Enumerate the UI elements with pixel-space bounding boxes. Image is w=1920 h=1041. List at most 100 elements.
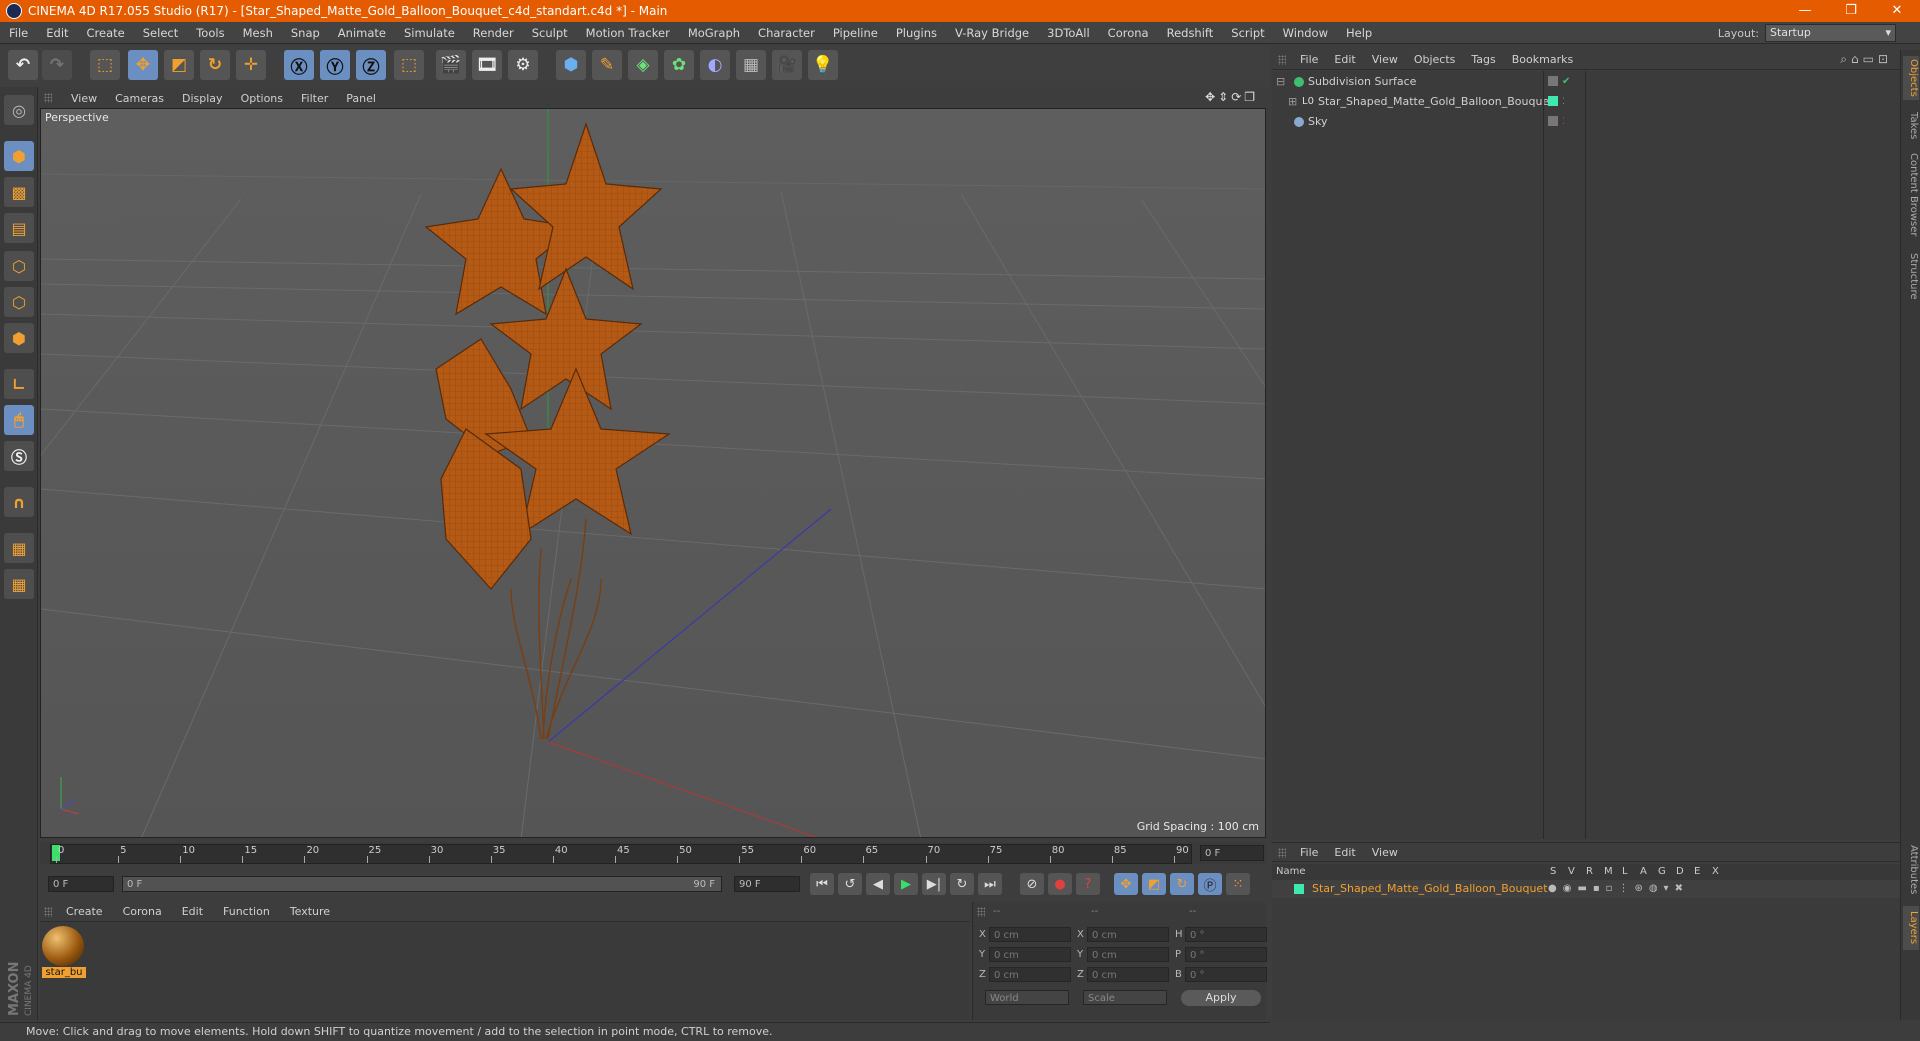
coord-size-z-field[interactable]: 0 cm — [1087, 967, 1169, 982]
layer-menu-file[interactable]: File — [1292, 846, 1326, 859]
make-editable-icon[interactable]: ◎ — [4, 95, 34, 125]
material-swatch[interactable]: star_bu — [42, 926, 86, 982]
tab-layers[interactable]: Layers — [1903, 906, 1919, 950]
deformer-icon[interactable]: ◐ — [700, 50, 730, 80]
render-settings-icon[interactable]: ⚙ — [508, 50, 538, 80]
menu-edit[interactable]: Edit — [37, 22, 77, 44]
object-menu-objects[interactable]: Objects — [1406, 53, 1464, 66]
menu-character[interactable]: Character — [749, 22, 824, 44]
tab-structure[interactable]: Structure — [1903, 246, 1919, 306]
end-frame-field[interactable]: 90 F — [734, 876, 800, 892]
key-position-icon[interactable]: ✥ — [1114, 873, 1138, 895]
menu-create[interactable]: Create — [78, 22, 134, 44]
coordinate-system-icon[interactable]: ⬚ — [394, 50, 424, 80]
visibility-dots-icon[interactable]: ⁚ — [1562, 93, 1565, 111]
points-mode-icon[interactable]: ⬡ — [4, 251, 34, 281]
go-to-start-icon[interactable]: ⏮ — [810, 873, 834, 895]
current-frame-field[interactable]: 0 F — [1200, 845, 1264, 861]
menu-simulate[interactable]: Simulate — [395, 22, 464, 44]
key-rotation-icon[interactable]: ↻ — [1170, 873, 1194, 895]
panel-grip-icon[interactable] — [1278, 55, 1286, 65]
menu-file[interactable]: File — [0, 22, 37, 44]
cube-primitive-icon[interactable]: ⬢ — [556, 50, 586, 80]
menu-help[interactable]: Help — [1337, 22, 1381, 44]
menu-plugins[interactable]: Plugins — [887, 22, 946, 44]
frame-range-slider[interactable]: 0 F 90 F — [122, 876, 722, 892]
workplane-lock-icon[interactable]: ▦ — [4, 533, 34, 563]
undo-icon[interactable]: ↶ — [8, 50, 38, 80]
layer-row[interactable]: Star_Shaped_Matte_Gold_Balloon_Bouquet ●… — [1272, 880, 1900, 898]
autokey-icon[interactable]: ● — [1048, 873, 1072, 895]
menu-motion-tracker[interactable]: Motion Tracker — [577, 22, 679, 44]
record-keys-icon[interactable]: ⊘ — [1020, 873, 1044, 895]
menu-sculpt[interactable]: Sculpt — [523, 22, 577, 44]
subdivision-surface-icon[interactable]: ◈ — [628, 50, 658, 80]
viewport-menu-display[interactable]: Display — [173, 92, 232, 105]
edges-mode-icon[interactable]: ⬡ — [4, 287, 34, 317]
coord-pos-y-field[interactable]: 0 cm — [989, 947, 1071, 962]
layer-menu-view[interactable]: View — [1364, 846, 1406, 859]
layer-toggles-icons[interactable]: ●◉▬▪▫⋮⊛◍▾✖ — [1548, 880, 1689, 898]
polygons-mode-icon[interactable]: ⬢ — [4, 323, 34, 353]
key-parameter-icon[interactable]: Ⓟ — [1198, 873, 1222, 895]
menu-script[interactable]: Script — [1222, 22, 1273, 44]
start-frame-field[interactable]: 0 F — [48, 876, 114, 892]
y-axis-lock-icon[interactable]: Ⓨ — [320, 50, 350, 80]
layer-color-icon[interactable] — [1294, 884, 1304, 894]
menu-render[interactable]: Render — [464, 22, 523, 44]
axis-mode-icon[interactable]: ∟ — [4, 369, 34, 399]
key-pla-icon[interactable]: ⁙ — [1226, 873, 1250, 895]
menu-mesh[interactable]: Mesh — [234, 22, 282, 44]
viewport-menu-panel[interactable]: Panel — [337, 92, 385, 105]
coord-space-dropdown[interactable]: World — [985, 990, 1069, 1005]
floor-icon[interactable]: ▦ — [736, 50, 766, 80]
move-tool-icon[interactable]: ✥ — [128, 50, 158, 80]
menu-select[interactable]: Select — [134, 22, 187, 44]
material-menu-edit[interactable]: Edit — [172, 905, 213, 918]
close-icon[interactable]: ✕ — [1874, 0, 1920, 22]
panel-grip-icon[interactable] — [977, 907, 985, 917]
menu-snap[interactable]: Snap — [282, 22, 329, 44]
cloner-icon[interactable]: ✿ — [664, 50, 694, 80]
x-axis-lock-icon[interactable]: Ⓧ — [284, 50, 314, 80]
live-selection-icon[interactable]: ⬚ — [90, 50, 120, 80]
spline-pen-icon[interactable]: ✎ — [592, 50, 622, 80]
menu-window[interactable]: Window — [1274, 22, 1337, 44]
viewport-nav-icons[interactable]: ✥⇕⟳❐ — [1205, 90, 1258, 104]
viewport-menu-cameras[interactable]: Cameras — [106, 92, 173, 105]
object-menu-edit[interactable]: Edit — [1326, 53, 1363, 66]
menu-corona[interactable]: Corona — [1099, 22, 1158, 44]
collapse-icon[interactable]: ⊟ — [1276, 73, 1285, 91]
tweak-mode-icon[interactable]: 🖱 — [4, 405, 34, 435]
z-axis-lock-icon[interactable]: Ⓩ — [356, 50, 386, 80]
object-menu-bookmarks[interactable]: Bookmarks — [1504, 53, 1581, 66]
menu-3dtoall[interactable]: 3DToAll — [1038, 22, 1099, 44]
material-menu-create[interactable]: Create — [56, 905, 113, 918]
magnet-icon[interactable]: ∩ — [4, 487, 34, 517]
tab-content-browser[interactable]: Content Browser — [1903, 150, 1919, 240]
model-mode-icon[interactable]: ⬢ — [4, 141, 34, 171]
keyframe-selection-icon[interactable]: ? — [1076, 873, 1100, 895]
menu-vray-bridge[interactable]: V-Ray Bridge — [946, 22, 1038, 44]
object-menu-view[interactable]: View — [1364, 53, 1406, 66]
object-menu-file[interactable]: File — [1292, 53, 1326, 66]
menu-redshift[interactable]: Redshift — [1158, 22, 1223, 44]
next-frame-icon[interactable]: ▶| — [922, 873, 946, 895]
light-icon[interactable]: 💡 — [808, 50, 838, 80]
coord-size-x-field[interactable]: 0 cm — [1087, 927, 1169, 942]
tree-row[interactable]: Sky ⁚ — [1272, 113, 1900, 131]
snap-icon[interactable]: Ⓢ — [4, 441, 34, 471]
previous-key-icon[interactable]: ↺ — [838, 873, 862, 895]
object-search-home-icons[interactable]: ⌕⌂▭⊡ — [1840, 52, 1892, 67]
recent-tools-icon[interactable]: ✛ — [236, 50, 266, 80]
visibility-dots-icon[interactable]: ⁚ — [1562, 113, 1565, 131]
tab-takes[interactable]: Takes — [1903, 106, 1919, 146]
previous-frame-icon[interactable]: ◀ — [866, 873, 890, 895]
minimize-icon[interactable]: — — [1782, 0, 1828, 22]
viewport-menu-options[interactable]: Options — [232, 92, 292, 105]
texture-mode-icon[interactable]: ▩ — [4, 177, 34, 207]
go-to-end-icon[interactable]: ⏭ — [978, 873, 1002, 895]
enabled-check-icon[interactable]: ✔ — [1562, 73, 1570, 91]
render-picture-viewer-icon[interactable]: 🎞 — [472, 50, 502, 80]
menu-pipeline[interactable]: Pipeline — [824, 22, 887, 44]
